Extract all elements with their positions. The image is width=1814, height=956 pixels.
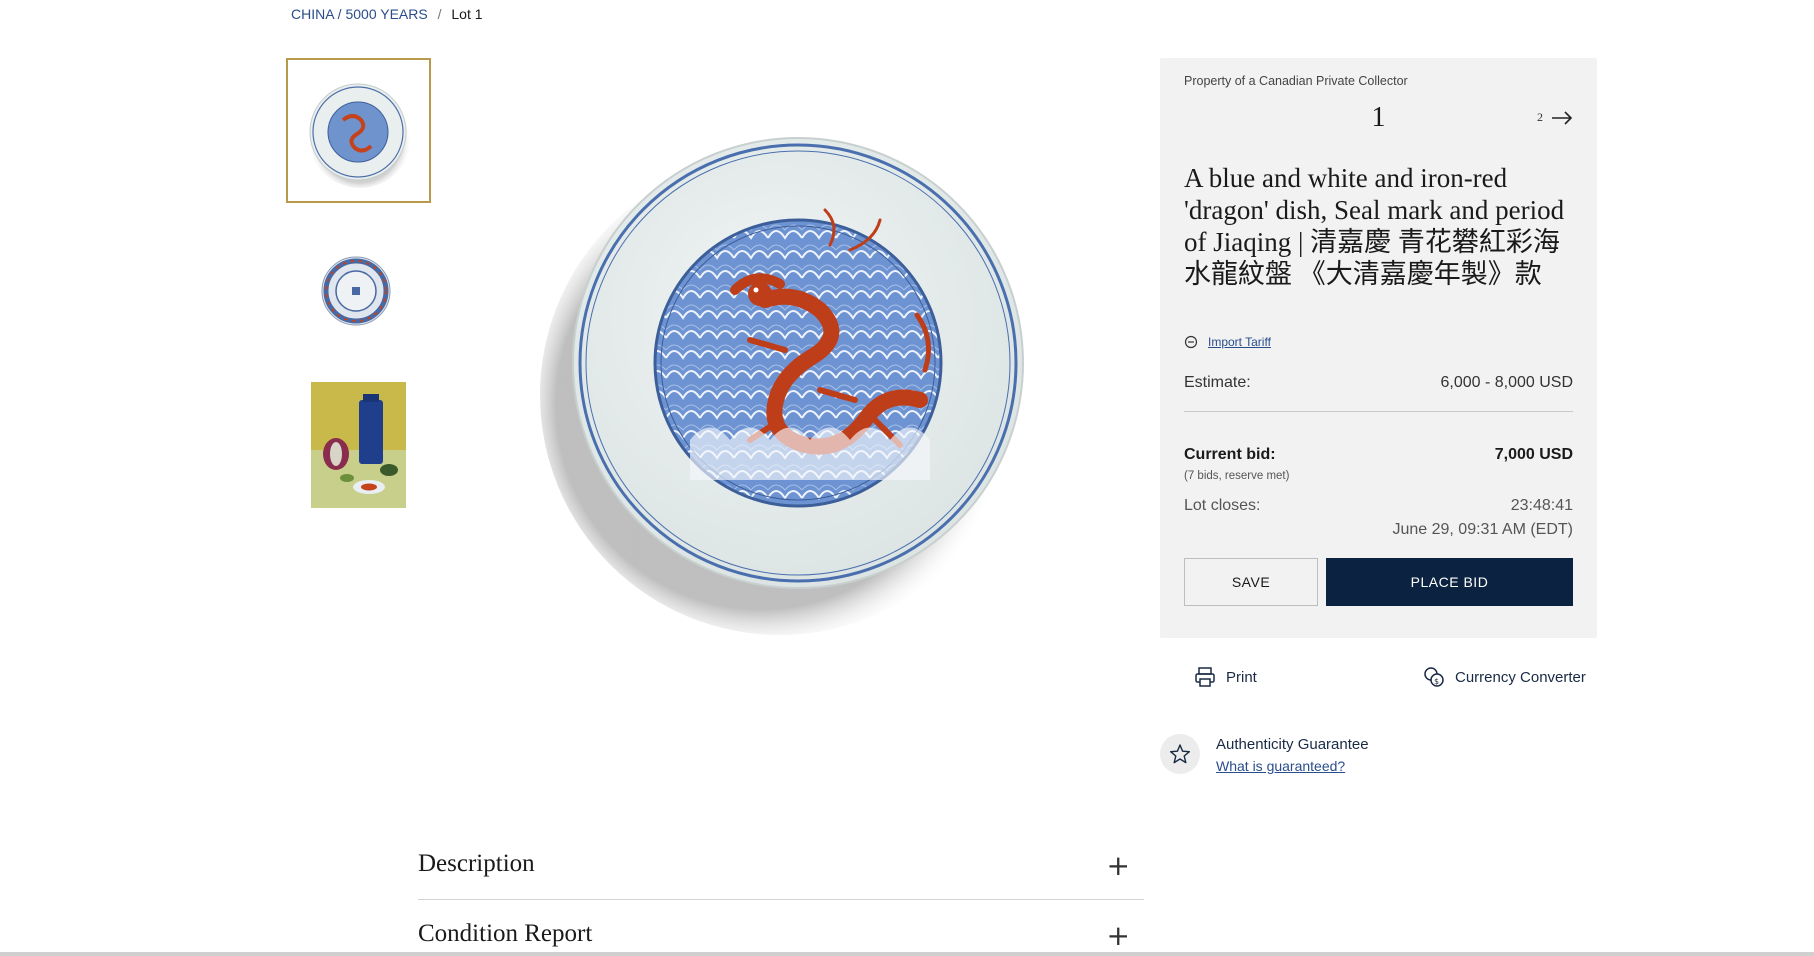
estimate-label: Estimate:	[1184, 374, 1251, 391]
lot-info-panel: Property of a Canadian Private Collector…	[1160, 58, 1597, 638]
lot-closes-date: June 29, 09:31 AM (EDT)	[1392, 521, 1573, 538]
breadcrumb-sale-link[interactable]: CHINA / 5000 YEARS	[291, 6, 428, 22]
authenticity-guarantee-title: Authenticity Guarantee	[1216, 736, 1369, 753]
star-icon	[1170, 744, 1190, 764]
printer-icon	[1195, 667, 1215, 687]
import-tariff: Import Tariff	[1184, 335, 1271, 349]
current-bid-value: 7,000 USD	[1494, 446, 1573, 463]
description-heading: Description	[418, 850, 535, 877]
condition-report-heading: Condition Report	[418, 920, 593, 947]
accordion-divider	[418, 899, 1144, 900]
current-bid-label: Current bid:	[1184, 446, 1276, 463]
import-tariff-link[interactable]: Import Tariff	[1208, 335, 1271, 349]
lot-number: 1	[1371, 102, 1386, 133]
save-button[interactable]: SAVE	[1184, 558, 1318, 606]
breadcrumb-separator: /	[437, 6, 442, 22]
condition-report-accordion[interactable]: Condition Report +	[418, 920, 1144, 956]
description-accordion[interactable]: Description +	[418, 850, 1144, 910]
lot-page: CHINA / 5000 YEARS / Lot 1 Property of a…	[0, 0, 1814, 956]
expand-plus-icon[interactable]: +	[1107, 852, 1130, 880]
breadcrumb-current: Lot 1	[451, 6, 483, 22]
currency-converter-label: Currency Converter	[1455, 668, 1586, 686]
horizontal-scrollbar[interactable]	[0, 952, 1814, 956]
breadcrumb: CHINA / 5000 YEARS / Lot 1	[291, 6, 483, 22]
currency-converter-button[interactable]: $ Currency Converter	[1423, 666, 1586, 688]
arrow-right-icon	[1552, 110, 1573, 125]
next-lot-link[interactable]: 2	[1537, 110, 1573, 125]
lot-closes-row: Lot closes: 23:48:41	[1184, 497, 1573, 515]
place-bid-button[interactable]: PLACE BID	[1326, 558, 1573, 606]
currency-exchange-icon: $	[1424, 667, 1444, 687]
expand-plus-icon[interactable]: +	[1107, 922, 1130, 950]
lot-title: A blue and white and iron-red 'dragon' d…	[1184, 163, 1565, 289]
lot-closes-countdown: 23:48:41	[1510, 497, 1573, 514]
panel-divider	[1184, 411, 1573, 412]
dish-back-thumbnail[interactable]	[320, 255, 392, 327]
bid-count-meta: (7 bids, reserve met)	[1184, 470, 1290, 482]
current-bid-row: Current bid: 7,000 USD	[1184, 446, 1573, 464]
star-badge	[1160, 734, 1200, 774]
what-is-guaranteed-link[interactable]: What is guaranteed?	[1216, 758, 1345, 774]
svg-text:$: $	[1434, 677, 1439, 686]
lot-closes-label: Lot closes:	[1184, 497, 1261, 514]
main-lot-image[interactable]	[530, 120, 1050, 640]
print-label: Print	[1226, 668, 1257, 686]
dish-front-thumbnail[interactable]	[286, 58, 431, 203]
next-lot-number: 2	[1537, 110, 1543, 124]
still-life-thumbnail[interactable]	[311, 382, 406, 508]
provenance-label: Property of a Canadian Private Collector	[1184, 74, 1408, 88]
print-button[interactable]: Print	[1194, 666, 1257, 688]
estimate-row: Estimate: 6,000 - 8,000 USD	[1184, 374, 1573, 392]
minus-circle-icon	[1184, 335, 1198, 349]
estimate-value: 6,000 - 8,000 USD	[1440, 374, 1573, 391]
